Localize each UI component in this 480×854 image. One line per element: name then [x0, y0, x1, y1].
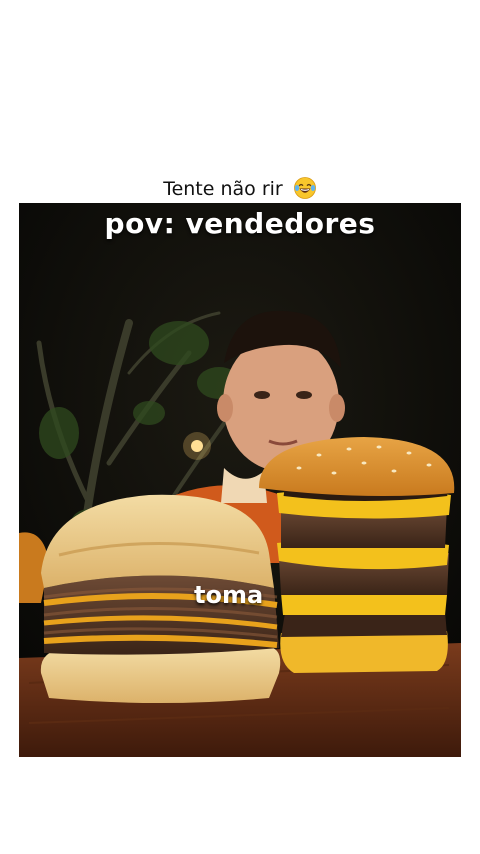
video-frame[interactable]: pov: vendedores toma	[19, 203, 461, 757]
video-overlay-title: pov: vendedores	[104, 207, 376, 240]
laughing-tears-emoji-icon	[293, 177, 316, 199]
post-caption: Tente não rir	[0, 176, 480, 200]
video-overlay-subtitle: toma	[194, 581, 264, 609]
burger-scene-image	[19, 203, 461, 757]
caption-text: Tente não rir	[163, 178, 283, 200]
